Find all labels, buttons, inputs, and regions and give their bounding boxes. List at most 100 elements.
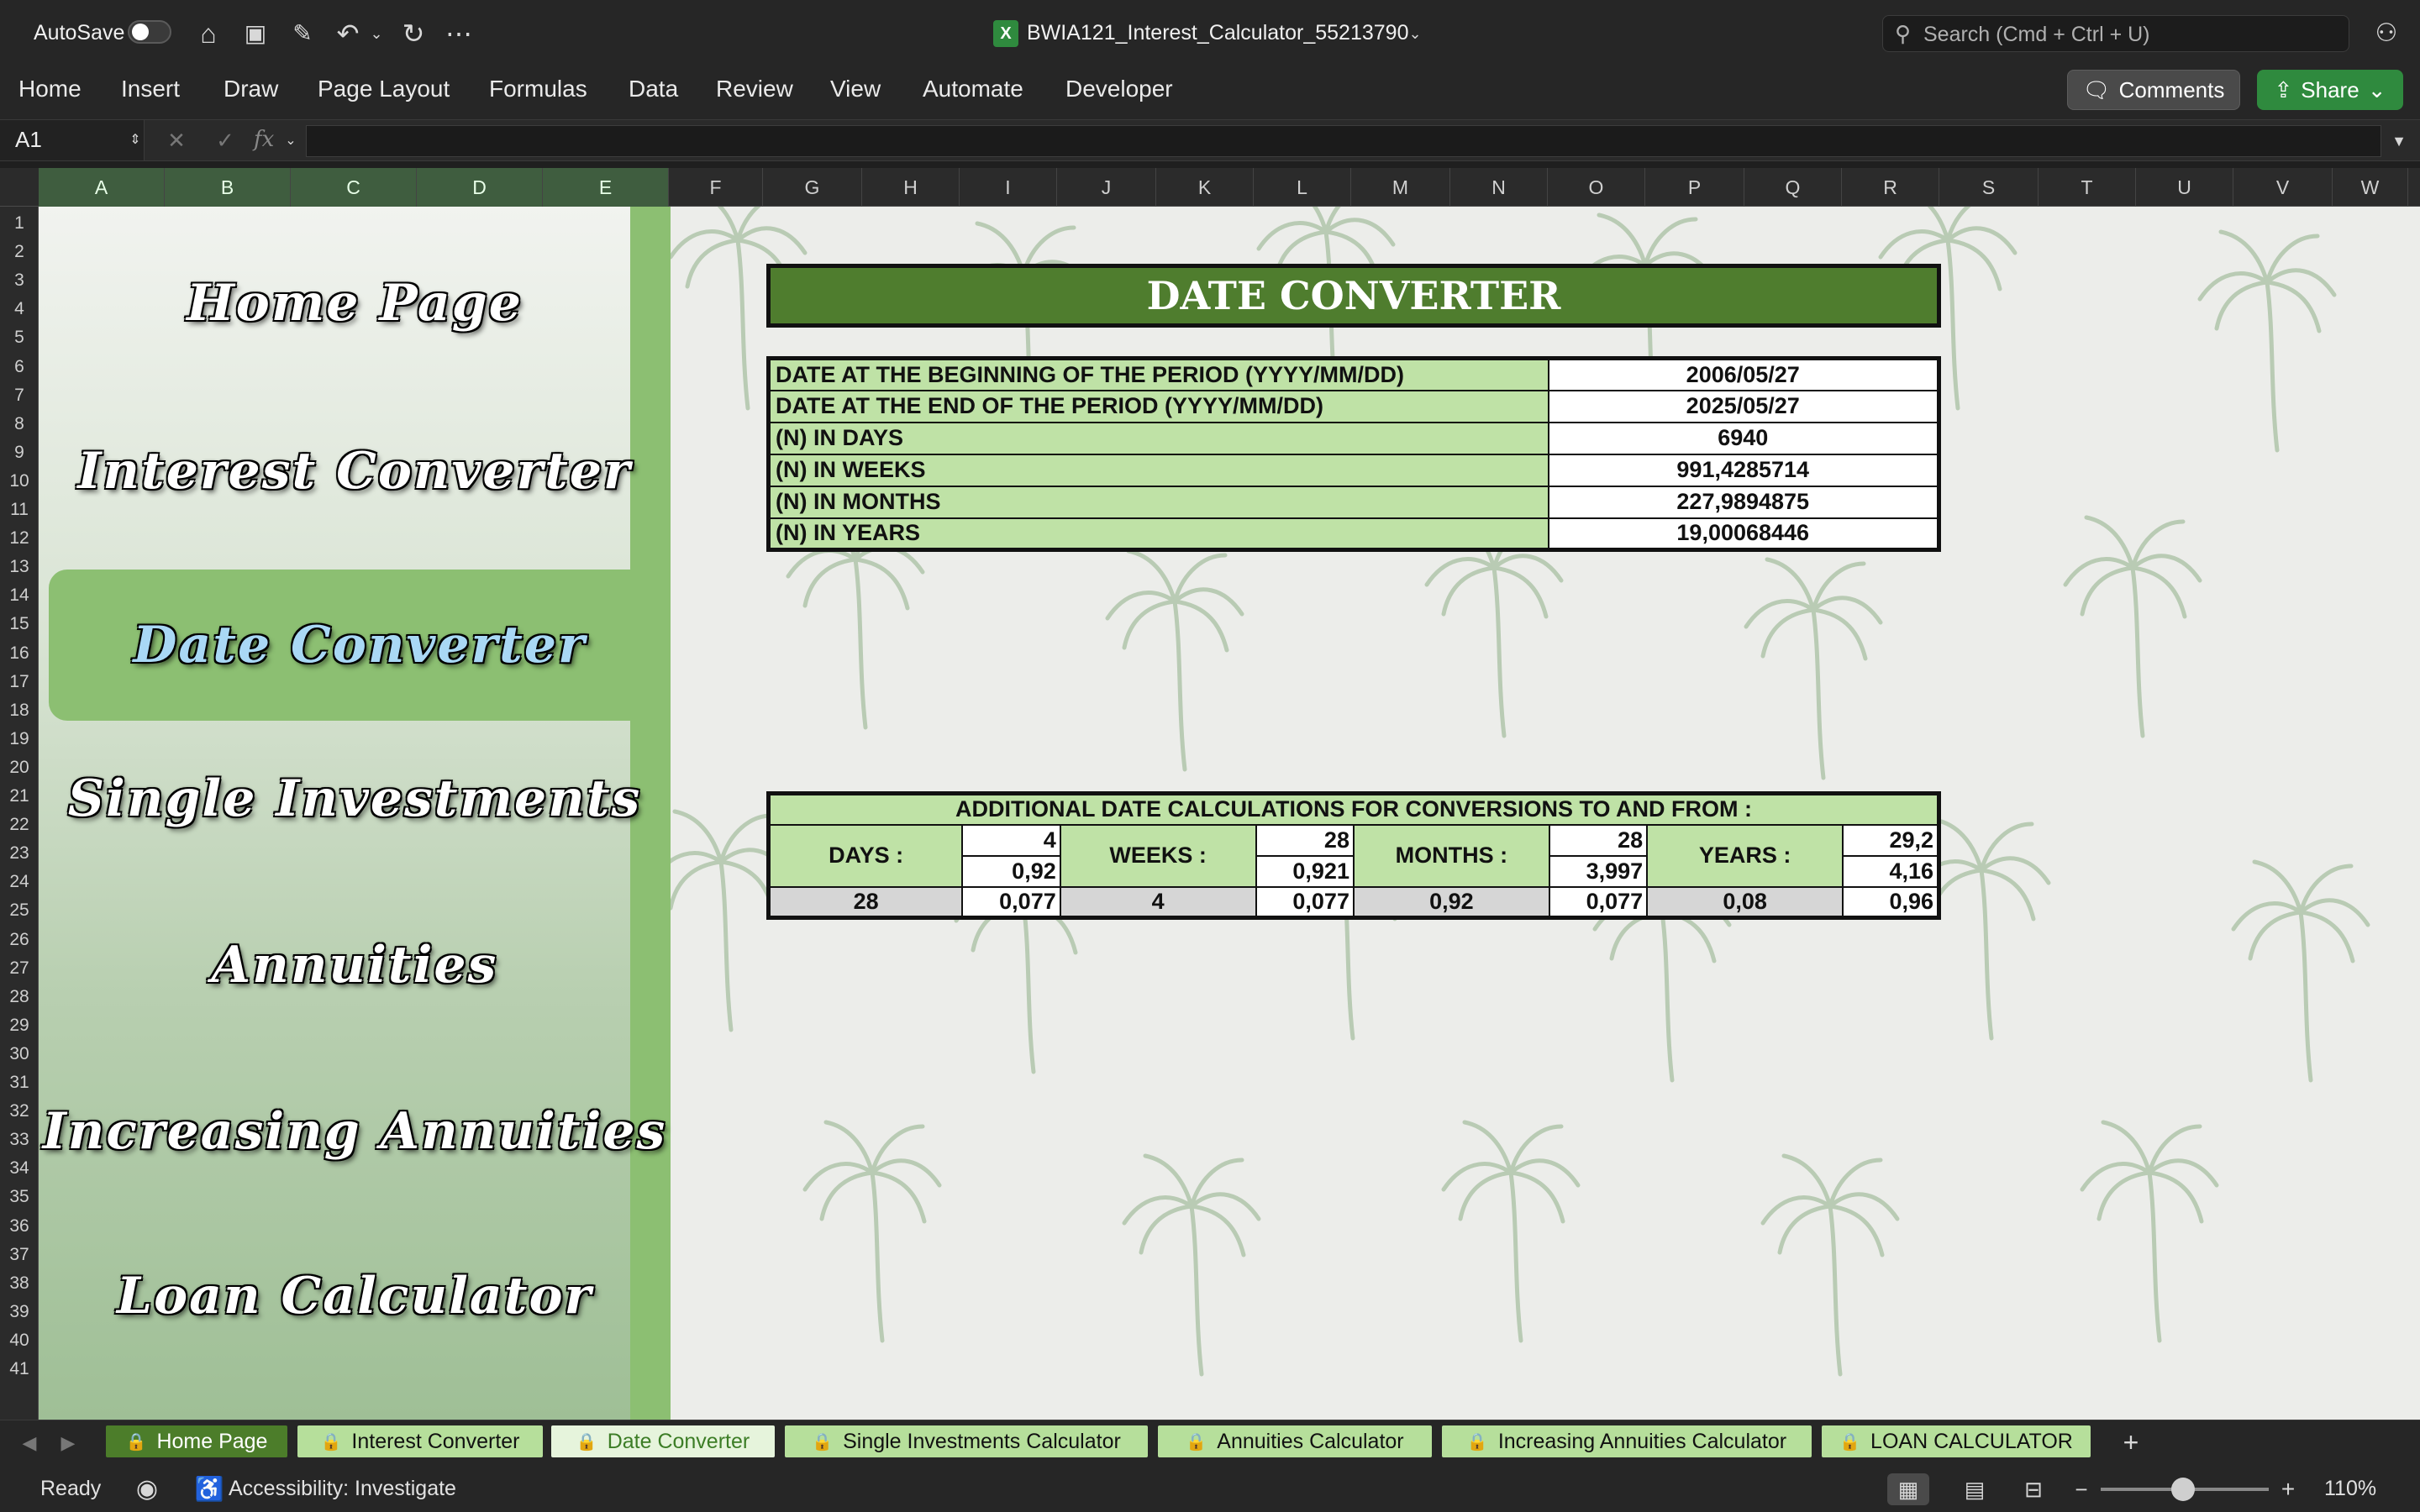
row-header[interactable]: 11 [0,500,38,520]
tab-page-layout[interactable]: Page Layout [318,76,450,102]
row-header[interactable]: 3 [0,270,38,291]
days-conv-mid[interactable]: 0,92 [961,854,1061,888]
months-conv-mid[interactable]: 3,997 [1548,854,1649,888]
conv-bottom-8[interactable]: 0,96 [1842,885,1940,919]
row-header[interactable]: 37 [0,1245,38,1265]
save-icon[interactable]: ▣ [239,17,272,50]
column-header[interactable]: A [39,168,165,207]
tab-review[interactable]: Review [716,76,793,102]
file-menu-chevron-icon[interactable]: ⌄ [1405,20,1425,47]
months-conv-top[interactable]: 28 [1548,823,1649,857]
weeks-value[interactable]: 991,4285714 [1547,453,1940,487]
normal-view-icon[interactable]: ▦ [1887,1473,1929,1505]
column-header[interactable]: M [1351,168,1450,207]
row-header[interactable]: 29 [0,1016,38,1036]
months-value[interactable]: 227,9894875 [1547,485,1940,519]
row-header[interactable]: 36 [0,1216,38,1236]
sheet-tab-interest-converter[interactable]: 🔒 Interest Converter [297,1425,543,1457]
column-header[interactable]: T [2039,168,2136,207]
years-conv-mid[interactable]: 4,16 [1842,854,1940,888]
column-header[interactable]: B [165,168,291,207]
row-header[interactable]: 35 [0,1187,38,1207]
row-header[interactable]: 34 [0,1158,38,1179]
page-layout-view-icon[interactable]: ▤ [1958,1473,1991,1505]
row-header[interactable]: 10 [0,471,38,491]
sheet-tab-annuities-calculator[interactable]: 🔒 Annuities Calculator [1158,1425,1432,1457]
begin-date-value[interactable]: 2006/05/27 [1547,357,1940,391]
row-header[interactable]: 14 [0,585,38,606]
days-conv-top[interactable]: 4 [961,823,1061,857]
column-header[interactable]: G [763,168,862,207]
row-header[interactable]: 23 [0,843,38,864]
row-header[interactable]: 20 [0,758,38,778]
years-value[interactable]: 19,00068446 [1547,517,1940,551]
weeks-conv-top[interactable]: 28 [1255,823,1355,857]
name-box-stepper-icon[interactable]: ⇕ [128,123,143,157]
page-break-view-icon[interactable]: ⊟ [2017,1473,2050,1505]
autosave-toggle[interactable] [128,20,171,44]
column-header[interactable]: S [1939,168,2039,207]
share-button[interactable]: ⇪ Share ⌄ [2257,70,2403,110]
nav-date-converter[interactable]: Date Converter [49,570,671,721]
add-sheet-icon[interactable]: + [2114,1425,2148,1459]
accessibility-status[interactable]: Accessibility: Investigate [229,1477,456,1501]
row-header[interactable]: 18 [0,701,38,721]
column-header[interactable]: R [1842,168,1939,207]
scroll-tabs-left-icon[interactable]: ◀ [17,1429,42,1457]
sheet-tab-single-investments-calculator[interactable]: 🔒 Single Investments Calculator [785,1425,1148,1457]
conv-bottom-3[interactable]: 4 [1059,885,1257,919]
conv-bottom-7[interactable]: 0,08 [1646,885,1844,919]
zoom-slider-handle[interactable] [2171,1478,2195,1501]
tab-developer[interactable]: Developer [1065,76,1173,102]
nav-loan-calculator[interactable]: Loan Calculator [39,1242,671,1351]
nav-increasing-annuities[interactable]: Increasing Annuities [39,1077,671,1186]
confirm-icon[interactable]: ✓ [210,125,240,155]
undo-icon[interactable]: ↶ [331,17,365,50]
row-header[interactable]: 8 [0,414,38,434]
sheet-tab-loan-calculator[interactable]: 🔒 LOAN CALCULATOR [1822,1425,2091,1457]
sheet-tab-home-page[interactable]: 🔒 Home Page [106,1425,287,1457]
row-header[interactable]: 38 [0,1273,38,1294]
column-header[interactable]: J [1057,168,1156,207]
row-header[interactable]: 4 [0,299,38,319]
row-header[interactable]: 40 [0,1331,38,1351]
conv-bottom-6[interactable]: 0,077 [1548,885,1649,919]
name-box[interactable]: A1 [0,120,145,160]
undo-dropdown-icon[interactable]: ⌄ [366,20,387,47]
fx-icon[interactable]: fx [254,127,274,152]
tab-draw[interactable]: Draw [224,76,278,102]
tab-formulas[interactable]: Formulas [489,76,587,102]
column-header[interactable]: Q [1744,168,1842,207]
row-header[interactable]: 7 [0,386,38,406]
row-header[interactable]: 32 [0,1101,38,1121]
row-header[interactable]: 25 [0,900,38,921]
row-header[interactable]: 19 [0,729,38,749]
tab-insert[interactable]: Insert [121,76,180,102]
tab-home[interactable]: Home [18,76,82,102]
years-conv-top[interactable]: 29,2 [1842,823,1940,857]
cancel-icon[interactable]: ✕ [161,125,192,155]
column-header[interactable]: E [543,168,669,207]
days-value[interactable]: 6940 [1547,421,1940,455]
row-header[interactable]: 31 [0,1073,38,1093]
collaborate-icon[interactable]: ⚇ [2368,15,2405,52]
conv-bottom-4[interactable]: 0,077 [1255,885,1355,919]
column-header[interactable]: K [1156,168,1254,207]
row-header[interactable]: 1 [0,213,38,234]
column-header[interactable]: H [862,168,960,207]
zoom-out-icon[interactable]: − [2069,1473,2094,1505]
conv-bottom-2[interactable]: 0,077 [961,885,1061,919]
zoom-in-icon[interactable]: + [2275,1473,2301,1505]
row-header[interactable]: 22 [0,815,38,835]
column-header[interactable]: U [2136,168,2233,207]
column-header[interactable]: O [1548,168,1645,207]
tab-automate[interactable]: Automate [923,76,1023,102]
row-header[interactable]: 6 [0,357,38,377]
row-header[interactable]: 27 [0,958,38,979]
column-header[interactable]: L [1254,168,1351,207]
row-header[interactable]: 39 [0,1302,38,1322]
row-header[interactable]: 15 [0,614,38,634]
nav-single-investments[interactable]: Single Investments [39,744,671,853]
scroll-tabs-right-icon[interactable]: ▶ [55,1429,81,1457]
row-header[interactable]: 41 [0,1359,38,1379]
